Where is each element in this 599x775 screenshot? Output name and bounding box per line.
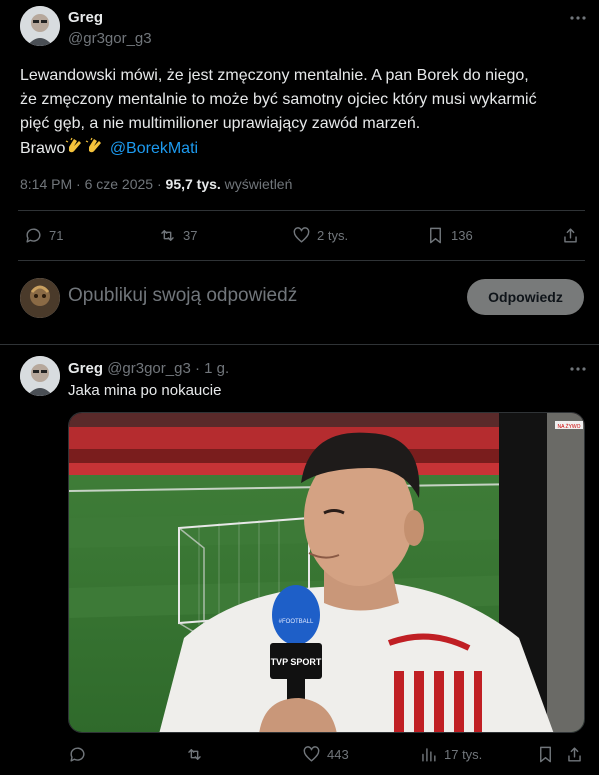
tweet-text-line: Lewandowski mówi, że jest zmęczony menta… <box>20 67 529 84</box>
like-count: 2 tys. <box>317 228 349 243</box>
tweet-text-line: że zmęczony mentalnie to może być samotn… <box>20 91 537 108</box>
more-options-icon[interactable] <box>568 10 588 26</box>
reply-tweet-like-count: 443 <box>327 747 349 762</box>
divider <box>18 210 585 211</box>
heart-icon <box>303 746 320 762</box>
bookmark-count: 136 <box>451 228 473 243</box>
share-icon <box>568 747 581 762</box>
reply-tweet-bookmark-button[interactable] <box>536 745 555 764</box>
bookmark-icon <box>430 227 441 244</box>
tweet-text-line: Brawo @BorekMati <box>20 136 590 161</box>
views-label: wyświetleń <box>220 176 293 192</box>
tweet-media-image[interactable]: NA ŻYWO TVP SPORT #FOOTBALL <box>68 412 585 733</box>
views-count: 95,7 tys. <box>165 176 221 192</box>
repost-icon <box>161 230 174 241</box>
mic-flag-text: #FOOTBALL <box>279 619 314 625</box>
user-avatar[interactable] <box>20 278 60 318</box>
bookmark-icon <box>540 746 551 763</box>
reply-header: Greg @gr3gor_g3 · 1 g. <box>68 360 229 377</box>
reply-submit-button[interactable]: Odpowiedz <box>467 279 584 315</box>
analytics-icon <box>422 748 436 762</box>
bookmark-button[interactable]: 136 <box>426 226 473 245</box>
heart-icon <box>293 227 310 243</box>
reply-tweet-share-button[interactable] <box>565 745 584 764</box>
author-name[interactable]: Greg <box>68 9 103 26</box>
author-handle[interactable]: @gr3gor_g3 <box>68 30 152 47</box>
like-button[interactable]: 2 tys. <box>292 226 348 245</box>
reply-icon <box>26 228 41 243</box>
tweet-meta: 8:14 PM · 6 cze 2025 · 95,7 tys. wyświet… <box>20 176 292 192</box>
repost-icon <box>188 749 201 760</box>
mic-label-text: TVP SPORT <box>271 657 322 667</box>
reply-count: 71 <box>49 228 64 243</box>
reply-author-handle[interactable]: @gr3gor_g3 <box>107 360 191 377</box>
clapping-hands-icon <box>66 137 82 153</box>
repost-button[interactable]: 37 <box>158 226 197 245</box>
share-button[interactable] <box>561 226 580 245</box>
share-icon <box>564 228 577 243</box>
reply-separator: · <box>194 360 200 377</box>
tweet-text-prefix: Brawo <box>20 140 66 157</box>
reply-author-avatar[interactable] <box>20 356 60 396</box>
mention-link[interactable]: @BorekMati <box>110 140 198 157</box>
clapping-hands-icon <box>86 137 102 153</box>
reply-button[interactable]: 71 <box>24 226 63 245</box>
divider <box>18 260 585 261</box>
tweet-text-line: pięć gęb, a nie multimilioner uprawiając… <box>20 115 421 132</box>
reply-author-name[interactable]: Greg <box>68 360 103 377</box>
reply-input[interactable]: Opublikuj swoją odpowiedź <box>68 285 448 307</box>
reply-tweet-views-button[interactable]: 17 tys. <box>419 745 482 764</box>
divider <box>0 344 599 345</box>
photo-interview: NA ŻYWO TVP SPORT #FOOTBALL <box>69 413 584 732</box>
repost-count: 37 <box>183 228 198 243</box>
tweet-text: Lewandowski mówi, że jest zmęczony menta… <box>20 64 590 161</box>
reply-more-options-icon[interactable] <box>568 361 588 377</box>
reply-text: Jaka mina po nokaucie <box>68 382 222 399</box>
tweet-timestamp[interactable]: 8:14 PM · 6 cze 2025 · <box>20 176 166 192</box>
reply-tweet-views-count: 17 tys. <box>444 747 483 762</box>
live-badge-text: NA ŻYWO <box>557 423 580 430</box>
reply-tweet-like-button[interactable]: 443 <box>302 745 349 764</box>
reply-time[interactable]: 1 g. <box>204 360 229 377</box>
reply-icon <box>70 747 85 762</box>
author-avatar[interactable] <box>20 6 60 46</box>
reply-tweet-reply-button[interactable] <box>68 745 93 764</box>
reply-tweet-repost-button[interactable] <box>185 745 210 764</box>
